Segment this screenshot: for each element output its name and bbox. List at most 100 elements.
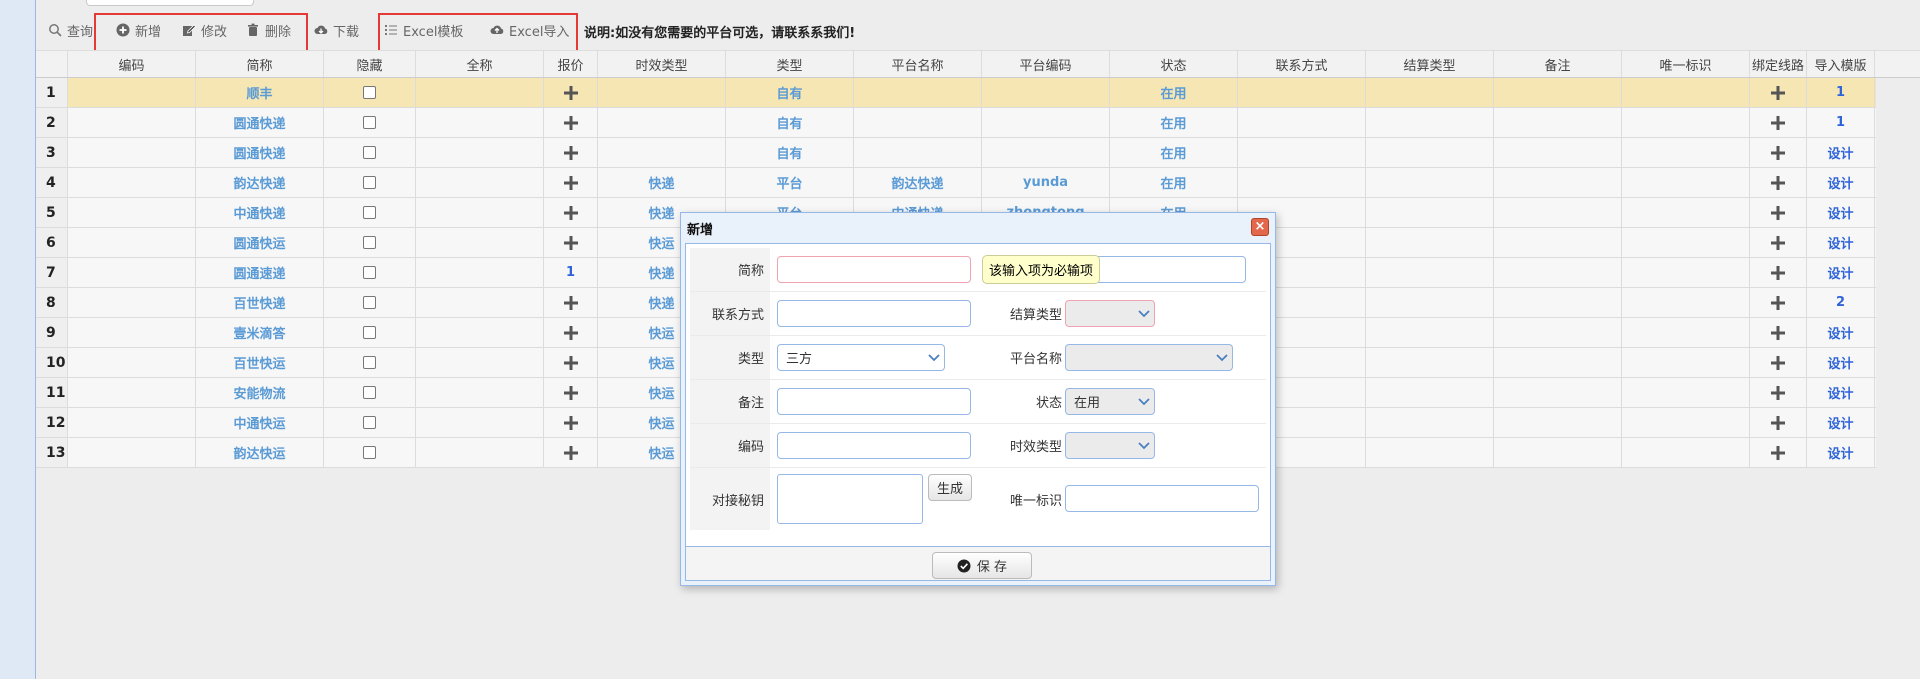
cell-abbr-link[interactable]: 顺丰: [196, 78, 324, 107]
cell-import-template-link[interactable]: 2: [1807, 288, 1875, 317]
header-platform-name[interactable]: 平台名称: [854, 51, 982, 77]
hidden-checkbox[interactable]: [363, 446, 376, 459]
plus-icon[interactable]: [1770, 115, 1786, 131]
status-select[interactable]: 在用: [1065, 388, 1155, 415]
cell-abbr-link[interactable]: 百世快运: [196, 348, 324, 377]
cell-import-template-link[interactable]: 设计: [1807, 348, 1875, 377]
cell-code[interactable]: [68, 108, 196, 137]
generate-button[interactable]: 生成: [928, 474, 972, 501]
cell-import-template-link[interactable]: 1: [1807, 78, 1875, 107]
cell-abbr-link[interactable]: 中通快递: [196, 198, 324, 227]
cell-import-template-link[interactable]: 设计: [1807, 168, 1875, 197]
plus-icon[interactable]: [1770, 205, 1786, 221]
cell-abbr-link[interactable]: 韵达快递: [196, 168, 324, 197]
contact-input[interactable]: [777, 300, 971, 327]
plus-icon[interactable]: [563, 205, 579, 221]
hidden-checkbox[interactable]: [363, 356, 376, 369]
cell-import-template-link[interactable]: 设计: [1807, 408, 1875, 437]
header-type[interactable]: 类型: [726, 51, 854, 77]
cell-import-template-link[interactable]: 设计: [1807, 438, 1875, 467]
header-status[interactable]: 状态: [1110, 51, 1238, 77]
cell-code[interactable]: [68, 348, 196, 377]
header-time-type[interactable]: 时效类型: [598, 51, 726, 77]
header-code[interactable]: 编码: [68, 51, 196, 77]
header-hidden[interactable]: 隐藏: [324, 51, 416, 77]
cell-code[interactable]: [68, 78, 196, 107]
header-abbr[interactable]: 简称: [196, 51, 324, 77]
cell-abbr-link[interactable]: 圆通快递: [196, 108, 324, 137]
plus-icon[interactable]: [1770, 385, 1786, 401]
header-uid[interactable]: 唯一标识: [1622, 51, 1750, 77]
cell-code[interactable]: [68, 228, 196, 257]
table-row[interactable]: 1 顺丰 自有 在用 1: [36, 78, 1876, 108]
header-fullname[interactable]: 全称: [416, 51, 544, 77]
close-icon[interactable]: ×: [1251, 218, 1269, 236]
cell-code[interactable]: [68, 138, 196, 167]
plus-icon[interactable]: [1770, 85, 1786, 101]
table-row[interactable]: 4 韵达快递 快递 平台 韵达快递 yunda 在用 设计: [36, 168, 1876, 198]
cell-import-template-link[interactable]: 设计: [1807, 318, 1875, 347]
code-input[interactable]: [777, 432, 971, 459]
plus-icon[interactable]: [563, 115, 579, 131]
cell-import-template-link[interactable]: 1: [1807, 108, 1875, 137]
cell-price-link[interactable]: 1: [544, 258, 598, 287]
cell-import-template-link[interactable]: 设计: [1807, 228, 1875, 257]
secret-textarea[interactable]: [777, 474, 923, 524]
cell-code[interactable]: [68, 318, 196, 347]
cell-abbr-link[interactable]: 壹米滴答: [196, 318, 324, 347]
cell-abbr-link[interactable]: 韵达快运: [196, 438, 324, 467]
plus-icon[interactable]: [563, 145, 579, 161]
hidden-checkbox[interactable]: [363, 146, 376, 159]
hidden-checkbox[interactable]: [363, 236, 376, 249]
table-row[interactable]: 3 圆通快递 自有 在用 设计: [36, 138, 1876, 168]
plus-icon[interactable]: [1770, 295, 1786, 311]
hidden-checkbox[interactable]: [363, 206, 376, 219]
type-select[interactable]: 三方: [777, 344, 945, 371]
plus-icon[interactable]: [1770, 325, 1786, 341]
cell-abbr-link[interactable]: 安能物流: [196, 378, 324, 407]
header-settle-type[interactable]: 结算类型: [1366, 51, 1494, 77]
cell-import-template-link[interactable]: 设计: [1807, 258, 1875, 287]
cell-code[interactable]: [68, 198, 196, 227]
hidden-checkbox[interactable]: [363, 266, 376, 279]
cell-abbr-link[interactable]: 圆通快运: [196, 228, 324, 257]
header-price[interactable]: 报价: [544, 51, 598, 77]
plus-icon[interactable]: [1770, 265, 1786, 281]
header-platform-code[interactable]: 平台编码: [982, 51, 1110, 77]
cell-code[interactable]: [68, 438, 196, 467]
platform-name-select[interactable]: [1065, 344, 1233, 371]
cell-code[interactable]: [68, 168, 196, 197]
header-remark[interactable]: 备注: [1494, 51, 1622, 77]
plus-icon[interactable]: [1770, 145, 1786, 161]
settle-type-select[interactable]: [1065, 300, 1155, 327]
hidden-checkbox[interactable]: [363, 116, 376, 129]
save-button[interactable]: 保 存: [932, 552, 1032, 579]
hidden-checkbox[interactable]: [363, 386, 376, 399]
query-button[interactable]: 查询: [48, 20, 93, 40]
cell-abbr-link[interactable]: 中通快运: [196, 408, 324, 437]
cell-code[interactable]: [68, 408, 196, 437]
header-contact[interactable]: 联系方式: [1238, 51, 1366, 77]
cell-code[interactable]: [68, 288, 196, 317]
plus-icon[interactable]: [1770, 415, 1786, 431]
hidden-checkbox[interactable]: [363, 86, 376, 99]
time-type-select[interactable]: [1065, 432, 1155, 459]
plus-icon[interactable]: [563, 235, 579, 251]
plus-icon[interactable]: [1770, 235, 1786, 251]
cell-code[interactable]: [68, 378, 196, 407]
cell-import-template-link[interactable]: 设计: [1807, 378, 1875, 407]
plus-icon[interactable]: [1770, 445, 1786, 461]
plus-icon[interactable]: [563, 445, 579, 461]
plus-icon[interactable]: [563, 415, 579, 431]
cell-abbr-link[interactable]: 圆通快递: [196, 138, 324, 167]
cell-abbr-link[interactable]: 百世快递: [196, 288, 324, 317]
plus-icon[interactable]: [563, 295, 579, 311]
plus-icon[interactable]: [1770, 175, 1786, 191]
hidden-checkbox[interactable]: [363, 176, 376, 189]
plus-icon[interactable]: [1770, 355, 1786, 371]
plus-icon[interactable]: [563, 385, 579, 401]
plus-icon[interactable]: [563, 325, 579, 341]
abbr-input[interactable]: [777, 256, 971, 283]
header-import-template[interactable]: 导入模版: [1807, 51, 1875, 77]
header-bind-route[interactable]: 绑定线路: [1750, 51, 1807, 77]
